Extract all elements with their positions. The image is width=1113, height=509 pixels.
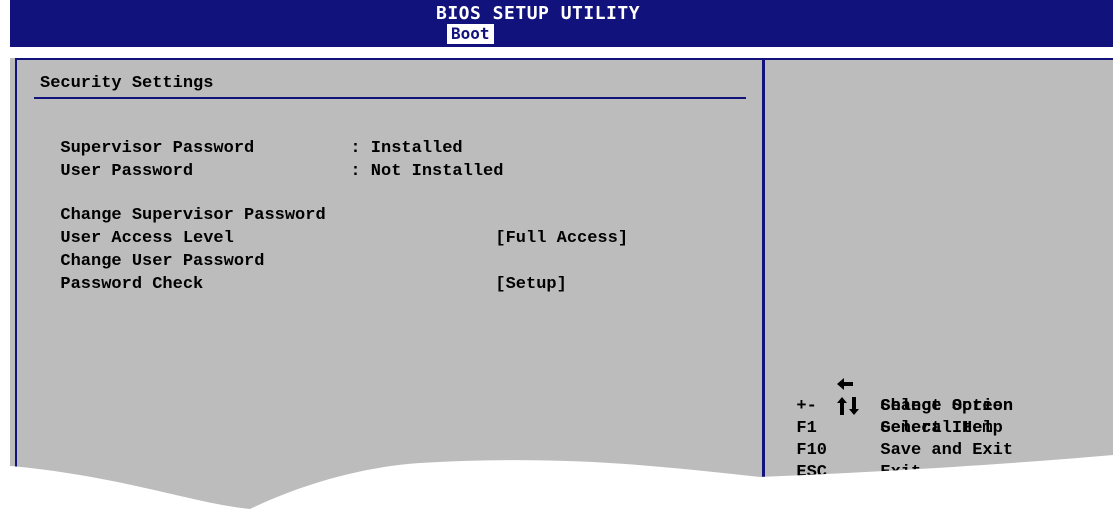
help-save-exit: F10 Save and Exit bbox=[776, 418, 1013, 460]
password-check-item[interactable]: Password Check [Setup] bbox=[40, 252, 566, 294]
panel-top-border bbox=[15, 58, 1113, 60]
status-value: : Not Installed bbox=[350, 162, 504, 181]
option-value[interactable]: [Full Access] bbox=[495, 228, 628, 250]
help-select-screen: Select Screen bbox=[776, 330, 1013, 416]
tab-boot[interactable]: Boot bbox=[447, 24, 494, 44]
torn-page-edge bbox=[0, 455, 1113, 509]
option-label: Password Check bbox=[60, 275, 204, 294]
section-title: Security Settings bbox=[40, 74, 214, 93]
user-access-level-item[interactable]: User Access Level [Full Access] bbox=[40, 206, 628, 248]
help-general-help: F1 General Help bbox=[776, 396, 1002, 438]
help-panel-divider bbox=[762, 58, 765, 509]
user-password-status: User Password : Not Installed bbox=[40, 139, 503, 181]
change-supervisor-password-item[interactable]: Change Supervisor Password bbox=[40, 183, 495, 225]
panel-left-border bbox=[15, 58, 17, 509]
section-divider bbox=[34, 97, 746, 99]
supervisor-password-status: Supervisor Password: Installed bbox=[40, 116, 462, 158]
option-value[interactable]: [Setup] bbox=[495, 274, 566, 296]
bios-title: BIOS SETUP UTILITY bbox=[436, 3, 641, 24]
help-change-option: +- Change Option bbox=[776, 374, 1013, 416]
help-select-item: Select Item bbox=[776, 352, 993, 438]
change-user-password-item[interactable]: Change User Password bbox=[40, 229, 495, 271]
status-label: User Password bbox=[60, 162, 194, 181]
